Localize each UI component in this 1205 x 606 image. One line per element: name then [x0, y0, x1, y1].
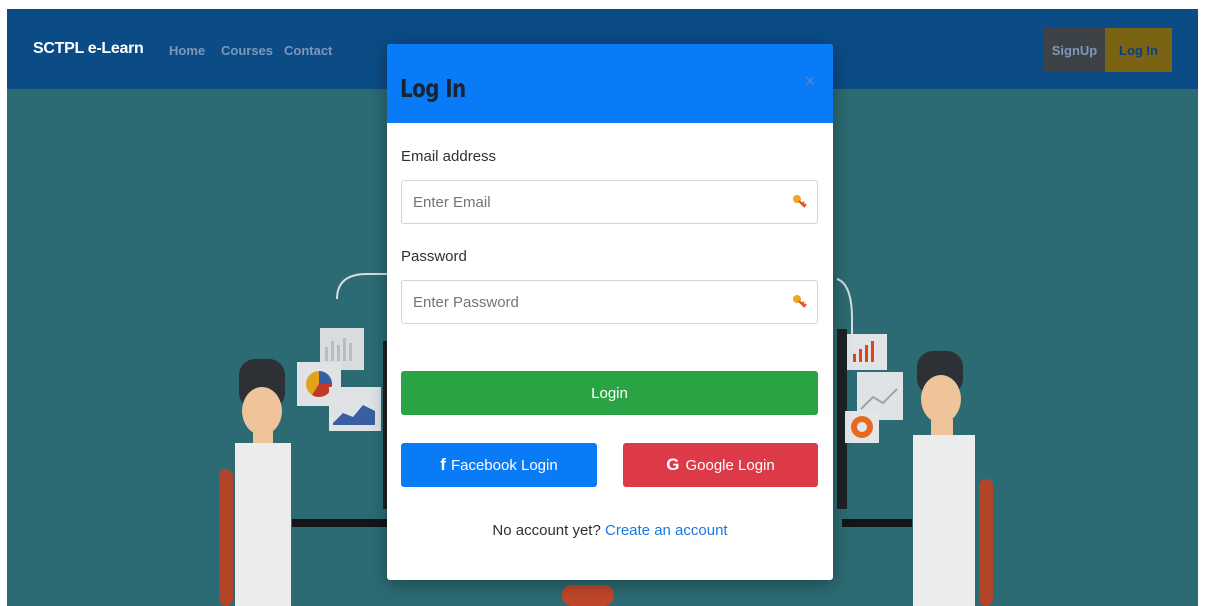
login-nav-button[interactable]: Log In: [1105, 28, 1172, 72]
nav-link-contact[interactable]: Contact: [284, 43, 332, 58]
google-login-button[interactable]: G Google Login: [623, 443, 818, 487]
nav-link-home[interactable]: Home: [169, 43, 205, 58]
facebook-login-button[interactable]: f Facebook Login: [401, 443, 597, 487]
password-field-wrapper: [401, 280, 818, 324]
key-icon: [793, 195, 807, 208]
create-account-link[interactable]: Create an account: [605, 522, 728, 539]
signup-button[interactable]: SignUp: [1044, 28, 1105, 72]
password-label: Password: [401, 248, 467, 265]
key-icon: [793, 295, 807, 308]
login-modal: Log In × Email address Password Login f …: [387, 44, 833, 580]
modal-title: Log In: [400, 74, 466, 103]
google-icon: G: [666, 455, 680, 474]
facebook-icon: f: [440, 455, 446, 474]
brand-logo[interactable]: SCTPL e-Learn: [33, 40, 144, 58]
modal-header: Log In ×: [387, 44, 833, 123]
google-login-label: Google Login: [685, 456, 775, 474]
facebook-login-label: Facebook Login: [450, 456, 558, 474]
nav-link-courses[interactable]: Courses: [221, 43, 273, 58]
email-label: Email address: [401, 148, 497, 165]
close-icon[interactable]: ×: [801, 72, 819, 90]
signup-prompt: No account yet? Create an account: [387, 522, 833, 539]
login-submit-button[interactable]: Login: [401, 371, 818, 415]
password-input[interactable]: [402, 281, 817, 323]
signup-prompt-text: No account yet?: [492, 522, 601, 539]
email-field-wrapper: [401, 180, 818, 224]
email-input[interactable]: [402, 181, 817, 223]
